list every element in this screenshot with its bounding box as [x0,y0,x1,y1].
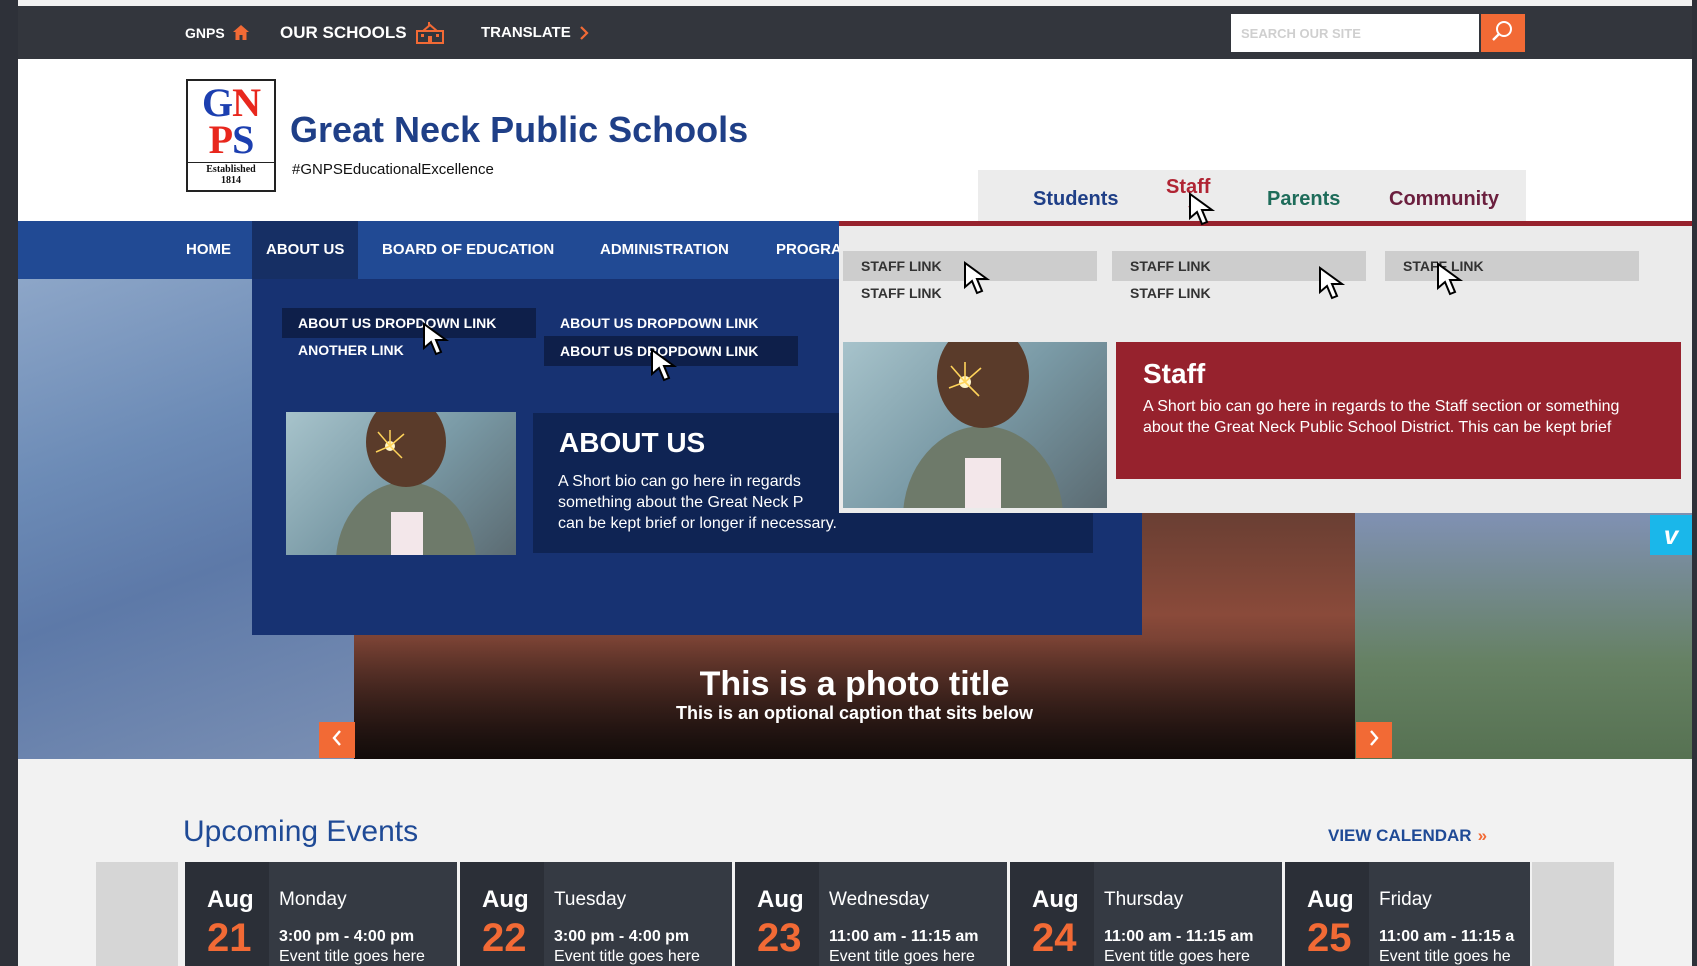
audience-community[interactable]: Community [1389,188,1499,211]
event-title: Event title goes here [554,948,700,965]
event-title: Event title goes here [829,948,975,965]
translate-label: TRANSLATE [481,24,571,41]
our-schools-label: OUR SCHOOLS [280,22,407,42]
events-heading: Upcoming Events [183,815,419,848]
event-weekday: Tuesday [554,889,627,910]
staff-link[interactable]: STAFF LINK [1112,278,1211,308]
event-day: 24 [1032,916,1077,960]
search-input[interactable] [1231,14,1479,52]
about-dropdown-link[interactable]: ABOUT US DROPDOWN LINK [282,308,536,338]
events-next-button[interactable] [1532,862,1614,966]
staff-title: Staff [1143,358,1206,389]
event-day: 21 [207,916,252,960]
logo-letter: P [208,117,233,162]
event-time: 3:00 pm - 4:00 pm [279,928,415,945]
upcoming-events-section: Upcoming Events VIEW CALENDAR » Aug 21 Mo… [18,759,1692,966]
event-day: 22 [482,916,527,960]
event-title: Event title goes here [1104,948,1250,965]
nav-home[interactable]: HOME [186,221,231,279]
gnps-label: GNPS [185,24,225,41]
cursor-icon [1319,266,1346,300]
event-card[interactable]: Aug 22 Tuesday 3:00 pm - 4:00 pm Event t… [460,862,732,966]
about-us-image [286,412,516,555]
chevron-right-icon [579,25,589,40]
event-card[interactable]: Aug 23 Wednesday 11:00 am - 11:15 am Eve… [735,862,1007,966]
event-title: Event title goes he [1379,948,1511,965]
event-month: Aug [757,886,804,913]
staff-link[interactable]: STAFF LINK [1385,251,1639,281]
site-name[interactable]: Great Neck Public Schools [290,109,748,151]
about-us-bio-line: A Short bio can go here in regards [558,473,801,490]
event-time: 11:00 am - 11:15 a [1379,928,1515,945]
event-weekday: Wednesday [829,889,929,910]
nav-programs[interactable]: PROGRA [776,221,842,279]
nav-administration[interactable]: ADMINISTRATION [600,221,729,279]
cursor-icon [651,348,678,382]
event-month: Aug [1307,886,1354,913]
carousel-next-button[interactable] [1356,722,1392,758]
logo-established: Established [206,164,256,175]
audience-nav: Students Staff Parents Community [978,170,1526,222]
audience-parents[interactable]: Parents [1267,188,1340,211]
events-prev-button[interactable] [96,862,178,966]
cursor-icon [423,322,450,356]
staff-bio: A Short bio can go here in regards to th… [1143,398,1620,436]
event-weekday: Monday [279,889,347,910]
event-time: 11:00 am - 11:15 am [1104,928,1254,945]
event-day: 23 [757,916,802,960]
vimeo-icon[interactable]: v [1650,515,1692,555]
about-us-title: ABOUT US [559,427,706,458]
cursor-icon [1189,192,1216,226]
site-header: GN PS Established 1814 Great Neck Public … [18,59,1692,222]
event-card[interactable]: Aug 21 Monday 3:00 pm - 4:00 pm Event ti… [185,862,457,966]
logo-letter: S [232,117,254,162]
about-dropdown-link[interactable]: ANOTHER LINK [282,335,420,365]
event-month: Aug [207,886,254,913]
event-weekday: Friday [1379,889,1432,910]
staff-link[interactable]: STAFF LINK [843,278,942,308]
chevron-left-icon [331,729,343,752]
event-time: 3:00 pm - 4:00 pm [554,928,690,945]
search-icon [1492,20,1514,47]
event-title: Event title goes here [279,948,425,965]
event-card[interactable]: Aug 24 Thursday 11:00 am - 11:15 am Even… [1010,862,1282,966]
translate-link[interactable]: TRANSLATE [481,6,589,59]
nav-board-of-education[interactable]: BOARD OF EDUCATION [382,221,554,279]
logo-year: 1814 [221,175,241,186]
cursor-icon [1437,262,1464,296]
event-month: Aug [482,886,529,913]
photo-title: This is a photo title [699,665,1010,703]
about-dropdown-link[interactable]: ABOUT US DROPDOWN LINK [544,308,774,338]
gnps-link[interactable]: GNPS [185,6,249,59]
chevron-right-icon [1368,729,1380,752]
carousel-prev-button[interactable] [319,722,355,758]
top-bar: GNPS OUR SCHOOLS TRANSLATE [18,6,1692,59]
search-button[interactable] [1481,14,1525,52]
event-card[interactable]: Aug 25 Friday 11:00 am - 11:15 a Event t… [1285,862,1530,966]
event-day: 25 [1307,916,1352,960]
our-schools-link[interactable]: OUR SCHOOLS [280,6,445,59]
school-icon [415,21,445,44]
cursor-icon [964,261,991,295]
site-tagline: #GNPSEducationalExcellence [292,161,494,178]
staff-card: Staff A Short bio can go here in regards… [1116,342,1681,479]
home-icon [232,25,249,40]
event-month: Aug [1032,886,1079,913]
view-calendar-label: VIEW CALENDAR [1328,826,1472,845]
nav-about-us[interactable]: ABOUT US [252,221,359,279]
photo-caption: This is an optional caption that sits be… [675,703,1034,723]
about-us-bio-line: something about the Great Neck P [558,494,804,511]
view-calendar-link[interactable]: VIEW CALENDAR » [1328,826,1487,846]
page: GNPS OUR SCHOOLS TRANSLATE GN [18,0,1692,966]
double-chevron-icon: » [1477,826,1488,845]
event-time: 11:00 am - 11:15 am [829,928,979,945]
about-us-bio-line: can be kept brief or longer if necessary… [558,515,837,532]
staff-image [843,342,1107,508]
gnps-logo[interactable]: GN PS Established 1814 [186,79,276,192]
event-weekday: Thursday [1104,889,1184,910]
audience-students[interactable]: Students [1033,188,1119,211]
